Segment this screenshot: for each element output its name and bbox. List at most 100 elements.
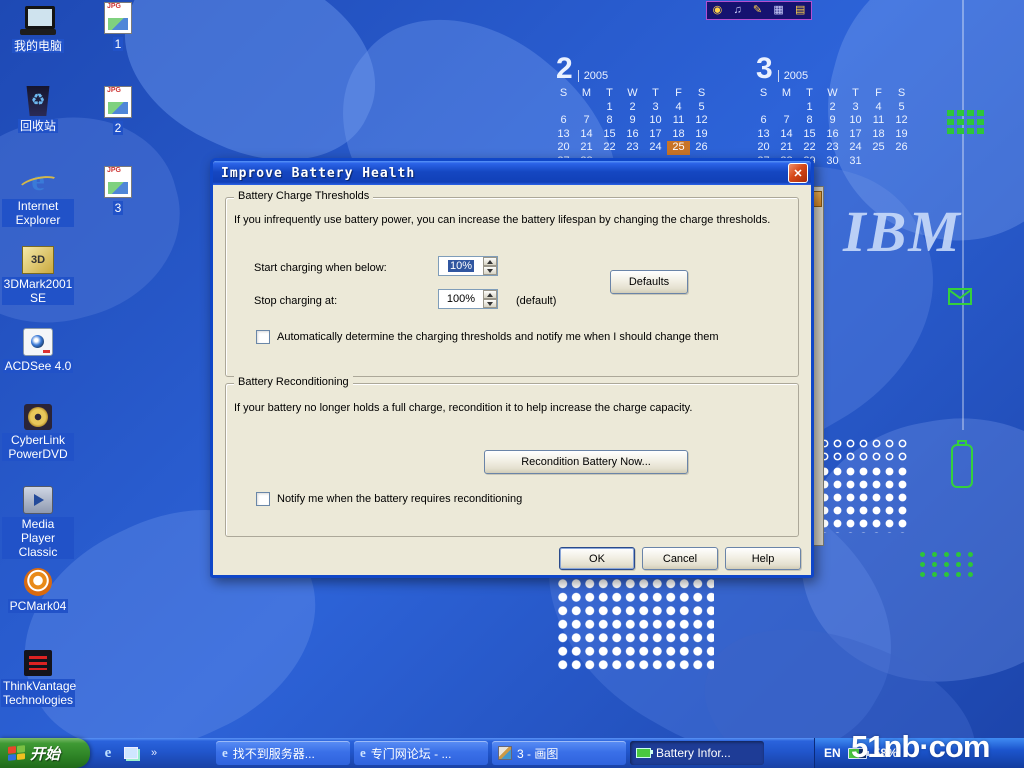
reconditioning-group-title: Battery Reconditioning bbox=[234, 376, 353, 388]
calendar-day: 10 bbox=[644, 114, 667, 128]
3dmark-icon: 3D bbox=[22, 246, 54, 274]
language-indicator[interactable]: EN bbox=[824, 746, 841, 760]
calendar-day: 4 bbox=[667, 101, 690, 115]
calendar-grid: SMTWTFS123456789101112131415161718192021… bbox=[752, 87, 913, 168]
desktop-icon-powerdvd[interactable]: CyberLink PowerDVD bbox=[2, 404, 74, 461]
jpg-file-icon: JPG bbox=[104, 166, 132, 198]
desktop: IBM 2 2005 SMTWTFS1234567891011121314151… bbox=[0, 0, 1024, 768]
calendar-year: 2005 bbox=[778, 70, 808, 82]
calendar-empty-cell bbox=[752, 101, 775, 115]
desktop-icon-label: ThinkVantage Technologies bbox=[1, 679, 75, 707]
calendar-month-header: 2 2005 bbox=[556, 56, 713, 82]
stop-threshold-spinner[interactable]: 100% bbox=[438, 289, 498, 309]
desktop-icon-jpg-3[interactable]: JPG 3 bbox=[82, 166, 154, 215]
calendar-day: 30 bbox=[821, 155, 844, 169]
spin-up-button[interactable] bbox=[483, 257, 497, 266]
calendar-day-header: M bbox=[775, 87, 798, 101]
calendar-day: 17 bbox=[844, 128, 867, 142]
jpg-file-icon: JPG bbox=[104, 2, 132, 34]
spin-up-button[interactable] bbox=[483, 290, 497, 299]
jpg-file-icon: JPG bbox=[104, 86, 132, 118]
reconditioning-description: If your battery no longer holds a full c… bbox=[234, 402, 786, 414]
task-button-paint[interactable]: 3 - 画图 bbox=[492, 741, 626, 765]
start-button[interactable]: 开始 bbox=[0, 738, 90, 768]
calendar-day: 11 bbox=[667, 114, 690, 128]
task-button-battery-information[interactable]: Battery Infor... bbox=[630, 741, 764, 765]
calendar-day-header: T bbox=[798, 87, 821, 101]
defaults-button[interactable]: Defaults bbox=[610, 270, 688, 294]
desktop-icon-jpg-2[interactable]: JPG 2 bbox=[82, 86, 154, 135]
task-button-forum[interactable]: e 专门网论坛 - ... bbox=[354, 741, 488, 765]
calendar-day: 24 bbox=[644, 141, 667, 155]
spin-down-button[interactable] bbox=[483, 299, 497, 308]
desktop-icon-label: 回收站 bbox=[18, 119, 58, 133]
calendar-day: 15 bbox=[598, 128, 621, 142]
recondition-battery-button[interactable]: Recondition Battery Now... bbox=[484, 450, 688, 474]
start-threshold-spinner[interactable]: 10% bbox=[438, 256, 498, 276]
powerdvd-icon bbox=[24, 404, 52, 430]
calendar-day: 14 bbox=[775, 128, 798, 142]
calendar-day-header: T bbox=[844, 87, 867, 101]
auto-determine-checkbox[interactable] bbox=[256, 330, 270, 344]
notify-reconditioning-label: Notify me when the battery requires reco… bbox=[277, 493, 522, 505]
desktop-icon-label: Media Player Classic bbox=[2, 517, 74, 559]
close-button[interactable]: ✕ bbox=[788, 163, 808, 183]
stop-threshold-value[interactable]: 100% bbox=[439, 290, 483, 308]
show-desktop-icon[interactable] bbox=[123, 745, 139, 761]
default-note: (default) bbox=[516, 295, 556, 307]
task-button-label: 专门网论坛 - ... bbox=[371, 745, 452, 762]
task-button-server-not-found[interactable]: e 找不到服务器... bbox=[216, 741, 350, 765]
desktop-icon-my-computer[interactable]: 我的电脑 bbox=[2, 6, 74, 53]
calendar-day: 5 bbox=[690, 101, 713, 115]
quick-launch-expand-icon[interactable]: » bbox=[146, 745, 162, 761]
power-icon[interactable]: ◉ bbox=[713, 3, 723, 18]
ok-button[interactable]: OK bbox=[559, 547, 635, 570]
quick-launch-ie-icon[interactable]: e bbox=[100, 745, 116, 761]
ibm-logo: IBM bbox=[843, 198, 962, 265]
desktop-icon-jpg-1[interactable]: JPG 1 bbox=[82, 2, 154, 51]
calendar-day: 22 bbox=[798, 141, 821, 155]
calendar-day: 19 bbox=[890, 128, 913, 142]
help-button[interactable]: Help bbox=[725, 547, 801, 570]
task-button-label: Battery Infor... bbox=[656, 746, 731, 760]
cancel-button[interactable]: Cancel bbox=[642, 547, 718, 570]
desktop-icon-recycle-bin[interactable]: ♻ 回收站 bbox=[2, 86, 74, 133]
calendar-day-header: S bbox=[690, 87, 713, 101]
calendar-day: 2 bbox=[821, 101, 844, 115]
desktop-icon-label: 3DMark2001 SE bbox=[2, 277, 75, 305]
sound-icon[interactable]: ♫ bbox=[733, 3, 741, 18]
spin-down-button[interactable] bbox=[483, 266, 497, 275]
calendar-day-header: S bbox=[890, 87, 913, 101]
desktop-icon-media-player-classic[interactable]: Media Player Classic bbox=[2, 486, 74, 559]
desktop-icon-3dmark[interactable]: 3D 3DMark2001 SE bbox=[2, 246, 74, 305]
desktop-icon-acdsee[interactable]: ACDSee 4.0 bbox=[2, 328, 74, 373]
acdsee-icon bbox=[23, 328, 53, 356]
notify-reconditioning-checkbox[interactable] bbox=[256, 492, 270, 506]
ie-page-icon: e bbox=[222, 745, 228, 761]
dialog-titlebar[interactable]: Improve Battery Health ✕ bbox=[213, 161, 811, 185]
start-threshold-value[interactable]: 10% bbox=[439, 257, 483, 275]
calendar-empty-cell bbox=[552, 101, 575, 115]
calendar-day: 11 bbox=[867, 114, 890, 128]
auto-determine-label: Automatically determine the charging thr… bbox=[277, 331, 718, 343]
pen-icon[interactable]: ✎ bbox=[753, 3, 762, 18]
desktop-icon-pcmark[interactable]: PCMark04 bbox=[2, 568, 74, 613]
paint-icon bbox=[498, 746, 512, 760]
battery-icon bbox=[636, 748, 651, 758]
calendar-day: 3 bbox=[844, 101, 867, 115]
task-buttons: e 找不到服务器... e 专门网论坛 - ... 3 - 画图 Battery… bbox=[216, 741, 764, 765]
reconditioning-group: Battery Reconditioning If your battery n… bbox=[225, 383, 799, 537]
floating-toolbar[interactable]: ◉ ♫ ✎ ▦ ▤ bbox=[706, 1, 812, 20]
calendar-day: 7 bbox=[575, 114, 598, 128]
calendar-grid: SMTWTFS123456789101112131415161718192021… bbox=[552, 87, 713, 168]
desktop-icon-internet-explorer[interactable]: e Internet Explorer bbox=[2, 166, 74, 227]
calendar-day: 18 bbox=[867, 128, 890, 142]
task-button-label: 找不到服务器... bbox=[233, 745, 315, 762]
desktop-icon-thinkvantage[interactable]: ThinkVantage Technologies bbox=[2, 650, 74, 707]
calendar-day: 31 bbox=[844, 155, 867, 169]
calendar-day: 14 bbox=[575, 128, 598, 142]
auto-determine-row: Automatically determine the charging thr… bbox=[256, 330, 786, 344]
notes-icon[interactable]: ▤ bbox=[795, 3, 805, 18]
thresholds-group: Battery Charge Thresholds If you infrequ… bbox=[225, 197, 799, 377]
keypad-icon[interactable]: ▦ bbox=[773, 3, 783, 18]
